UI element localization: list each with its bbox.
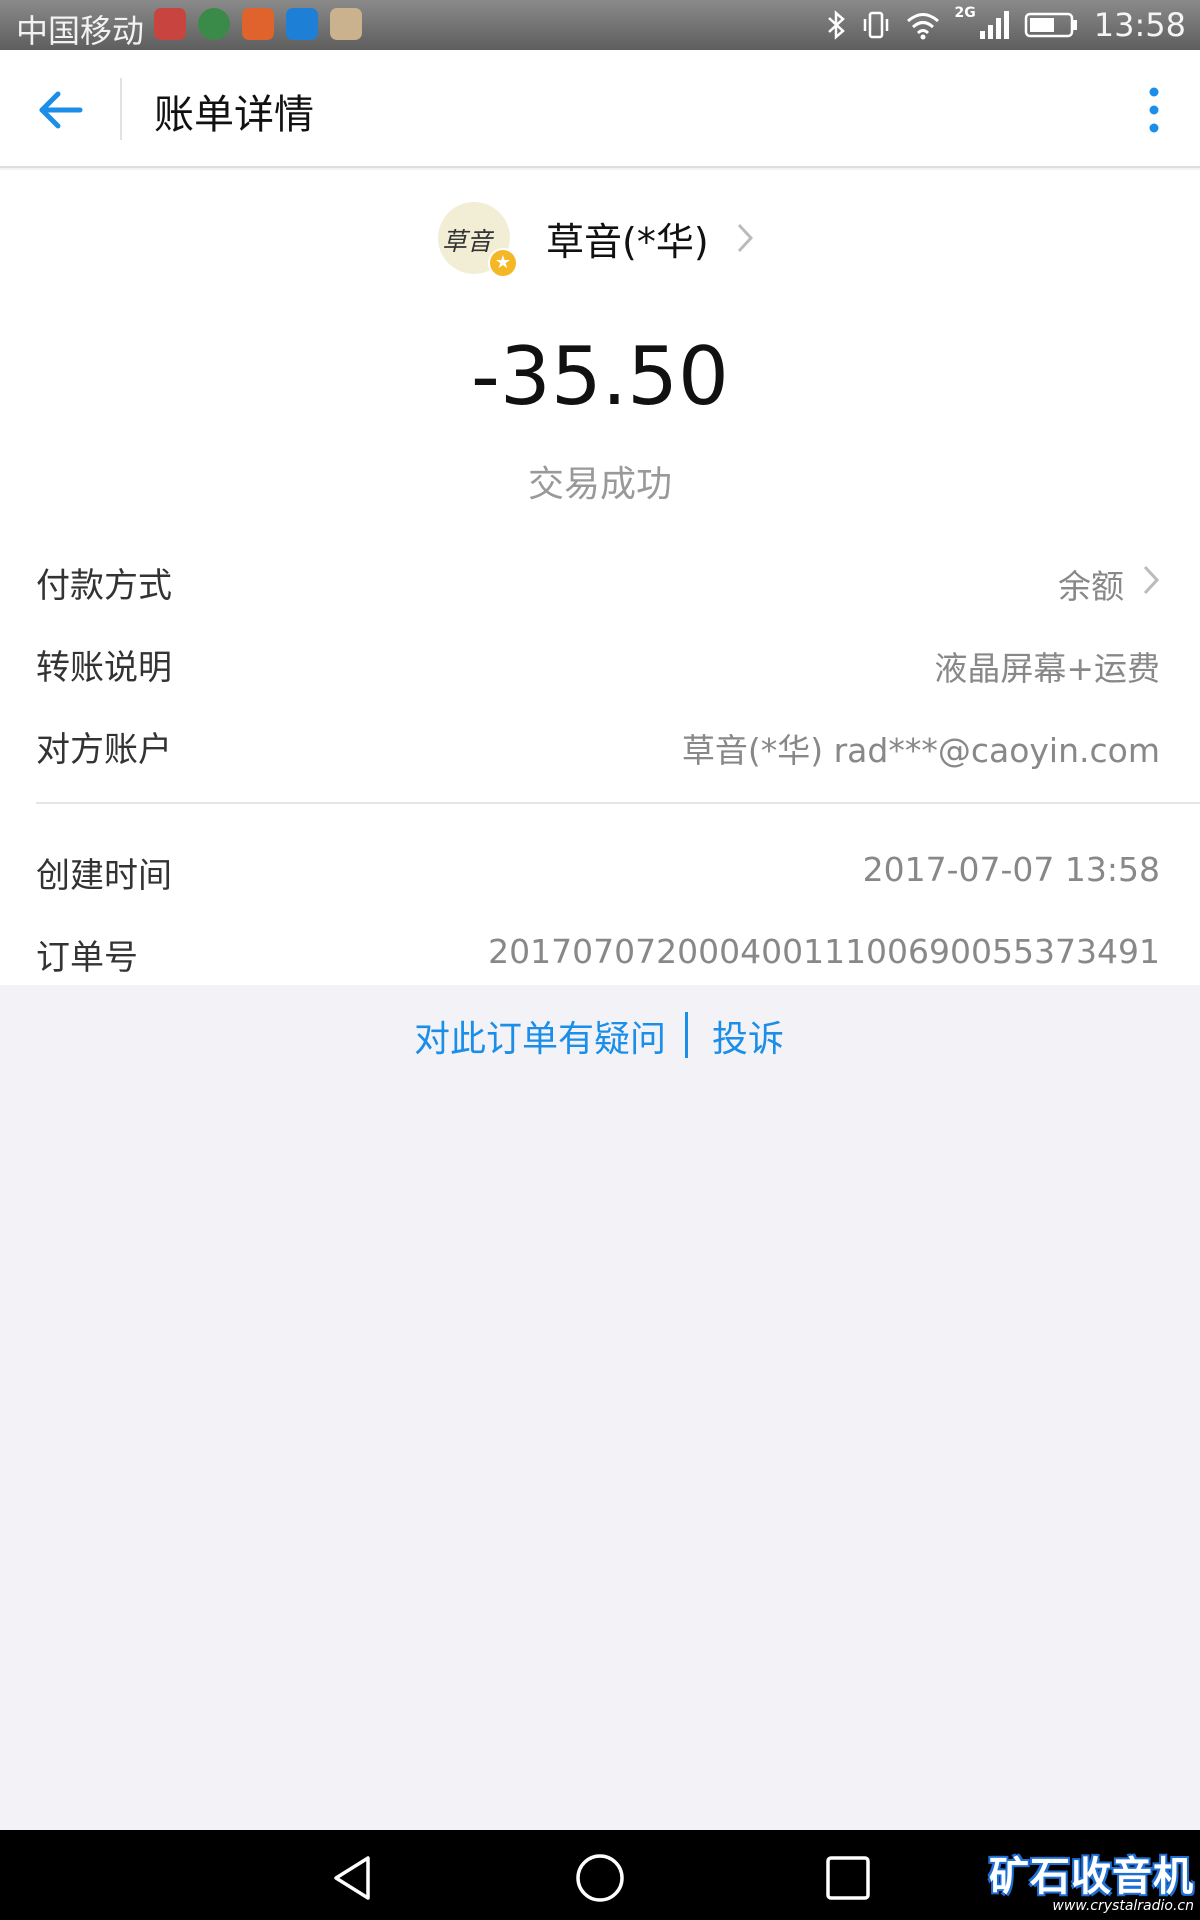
more-button[interactable] [1144, 84, 1164, 136]
wifi-icon [906, 13, 939, 40]
app-notification-icon [242, 8, 274, 40]
counterparty-account-row: 对方账户 草音(*华) rad***@caoyin.com [36, 714, 1160, 774]
vibrate-icon [863, 11, 888, 39]
chevron-right-icon [737, 223, 753, 253]
avatar-text: 草音 [442, 227, 493, 256]
alipay-notification-icon [286, 8, 318, 40]
row-label: 订单号 [36, 938, 138, 978]
transaction-status: 交易成功 [527, 464, 672, 505]
carrier-name: 中国移动 [16, 12, 145, 50]
complaint-link[interactable]: 投诉 [712, 1010, 784, 1062]
app-notification-icon [330, 8, 362, 40]
row-value: 2017-07-07 13:58 [862, 850, 1160, 889]
row-value: 余额 [1058, 567, 1124, 606]
created-time-row: 创建时间 2017-07-07 13:58 [36, 840, 1160, 900]
chevron-right-icon [1143, 565, 1160, 595]
row-value: 20170707200040011100690055373491 [488, 932, 1160, 971]
status-indicators: 2G 13:58 [825, 4, 1186, 46]
back-button[interactable] [30, 80, 90, 140]
bill-detail-card: 草音 ★ 草音(*华) -35.50 交易成功 付款方式 余额 转账说明 液晶屏… [0, 170, 1200, 985]
header-divider [120, 78, 122, 140]
link-separator [685, 1012, 688, 1058]
row-value: 液晶屏幕+运费 [934, 649, 1160, 688]
app-notification-icon [154, 8, 186, 40]
transaction-amount: -35.50 [471, 330, 729, 423]
row-label: 转账说明 [36, 648, 172, 688]
nav-home-button[interactable] [572, 1850, 628, 1906]
transfer-note-row: 转账说明 液晶屏幕+运费 [36, 632, 1160, 692]
watermark-title: 矿石收音机 [989, 1854, 1194, 1900]
system-navigation-bar: 矿石收音机 www.crystalradio.cn [0, 1830, 1200, 1920]
square-recents-icon [826, 1856, 870, 1900]
bluetooth-icon [827, 10, 845, 40]
page-title: 账单详情 [154, 92, 314, 138]
payee-link[interactable]: 草音 ★ 草音(*华) [438, 198, 755, 278]
clock: 13:58 [1093, 6, 1186, 44]
order-question-link[interactable]: 对此订单有疑问 [414, 1010, 666, 1062]
help-links: 对此订单有疑问 投诉 [0, 1010, 1200, 1060]
arrow-left-icon [39, 91, 83, 129]
avatar: 草音 ★ [438, 202, 518, 278]
status-bar: 中国移动 2G 13:58 [0, 0, 1200, 50]
nav-recents-button[interactable] [820, 1850, 876, 1906]
signal-icon [979, 11, 1009, 39]
row-value: 草音(*华) rad***@caoyin.com [681, 731, 1160, 770]
notification-icons [154, 8, 362, 40]
order-number-row: 订单号 20170707200040011100690055373491 [36, 922, 1160, 982]
payee-name: 草音(*华) [546, 219, 709, 264]
more-vertical-icon [1149, 87, 1159, 133]
row-label: 对方账户 [36, 730, 172, 770]
network-type: 2G [954, 5, 976, 21]
triangle-back-icon [334, 1856, 370, 1900]
nav-back-button[interactable] [326, 1850, 382, 1906]
row-label: 付款方式 [36, 566, 172, 606]
row-label: 创建时间 [36, 856, 172, 896]
payment-method-row[interactable]: 付款方式 余额 [36, 550, 1160, 610]
site-watermark: 矿石收音机 www.crystalradio.cn [989, 1844, 1194, 1914]
star-badge-icon: ★ [488, 248, 518, 278]
app-header: 账单详情 [0, 50, 1200, 168]
app-notification-icon [198, 8, 230, 40]
circle-home-icon [576, 1854, 624, 1902]
section-divider [36, 802, 1200, 804]
battery-icon [1024, 12, 1077, 38]
